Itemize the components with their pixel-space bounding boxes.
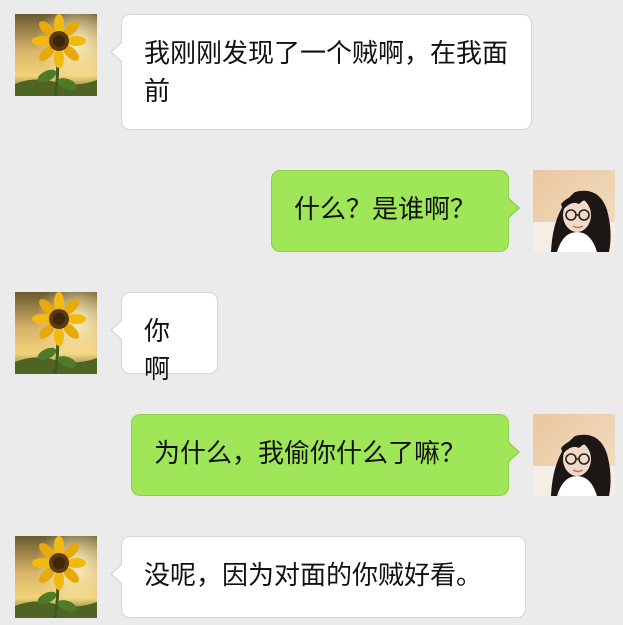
self-avatar[interactable] bbox=[533, 170, 615, 252]
bubble-tail bbox=[507, 198, 518, 218]
contact-avatar[interactable] bbox=[15, 14, 97, 96]
message-text: 我刚刚发现了一个贼啊，在我面前 bbox=[144, 39, 509, 107]
outgoing-message-bubble[interactable]: 为什么，我偷你什么了嘛？ bbox=[131, 414, 520, 496]
girl-avatar-icon bbox=[533, 414, 615, 496]
sunflower-avatar-icon bbox=[15, 292, 97, 374]
message-text: 没呢，因为对面的你贼好看。 bbox=[144, 561, 483, 591]
message-text: 什么？是谁啊？ bbox=[294, 195, 477, 225]
self-avatar[interactable] bbox=[533, 414, 615, 496]
bubble-tail bbox=[112, 564, 123, 584]
contact-avatar[interactable] bbox=[15, 536, 97, 618]
girl-avatar-icon bbox=[533, 170, 615, 252]
outgoing-message-bubble[interactable]: 什么？是谁啊？ bbox=[271, 170, 520, 252]
sunflower-avatar-icon bbox=[15, 536, 97, 618]
bubble-tail bbox=[112, 320, 123, 340]
bubble-tail bbox=[507, 442, 518, 462]
message-text: 为什么，我偷你什么了嘛？ bbox=[154, 439, 467, 469]
contact-avatar[interactable] bbox=[15, 292, 97, 374]
message-text: 你啊 bbox=[144, 317, 171, 385]
incoming-message-bubble[interactable]: 没呢，因为对面的你贼好看。 bbox=[110, 536, 526, 618]
sunflower-avatar-icon bbox=[15, 14, 97, 96]
bubble-tail bbox=[112, 42, 123, 62]
incoming-message-bubble[interactable]: 你啊 bbox=[110, 292, 218, 385]
incoming-message-bubble[interactable]: 我刚刚发现了一个贼啊，在我面前 bbox=[110, 14, 532, 130]
